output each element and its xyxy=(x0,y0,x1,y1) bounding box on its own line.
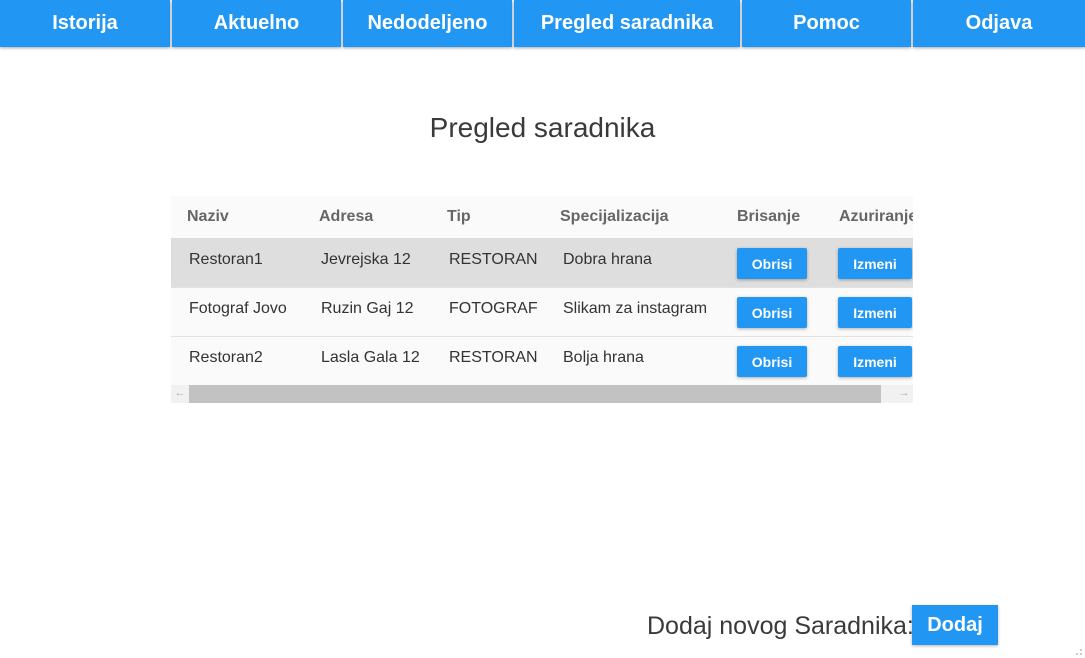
header-naziv: Naziv xyxy=(187,208,229,225)
nav-pregled-saradnika-button[interactable]: Pregled saradnika xyxy=(514,0,740,47)
cell-adresa: Lasla Gala 12 xyxy=(321,349,420,366)
scrollbar-thumb[interactable] xyxy=(189,385,881,403)
header-brisanje: Brisanje xyxy=(737,208,801,225)
edit-button[interactable]: Izmeni xyxy=(838,297,912,328)
header-azuriranje: Azuriranje xyxy=(839,208,913,225)
delete-button[interactable]: Obrisi xyxy=(737,248,807,279)
table-row: Restoran2 Lasla Gala 12 RESTORAN Bolja h… xyxy=(171,337,913,386)
page-title: Pregled saradnika xyxy=(429,112,656,143)
cell-tip: RESTORAN xyxy=(449,349,538,366)
horizontal-scrollbar[interactable]: ← → xyxy=(171,385,913,403)
cell-adresa: Jevrejska 12 xyxy=(321,251,411,268)
nav-istorija-button[interactable]: Istorija xyxy=(0,0,170,47)
edit-button[interactable]: Izmeni xyxy=(838,248,912,279)
saradnici-table: Naziv Adresa Tip Specijalizacija Brisanj… xyxy=(171,196,913,403)
top-nav: Istorija Aktuelno Nedodeljeno Pregled sa… xyxy=(0,0,1085,48)
add-saradnik-label: Dodaj novog Saradnika: xyxy=(647,612,914,640)
resize-grip-icon[interactable] xyxy=(1073,646,1083,656)
cell-naziv: Fotograf Jovo xyxy=(189,300,287,317)
header-adresa: Adresa xyxy=(319,208,374,225)
cell-tip: RESTORAN xyxy=(449,251,538,268)
nav-aktuelno-button[interactable]: Aktuelno xyxy=(172,0,341,47)
arrow-left-icon[interactable]: ← xyxy=(171,387,189,399)
edit-button[interactable]: Izmeni xyxy=(838,346,912,377)
nav-nedodeljeno-button[interactable]: Nedodeljeno xyxy=(343,0,512,47)
cell-adresa: Ruzin Gaj 12 xyxy=(321,300,414,317)
cell-specijalizacija: Dobra hrana xyxy=(563,251,652,268)
table-row: Restoran1 Jevrejska 12 RESTORAN Dobra hr… xyxy=(171,239,913,288)
add-button[interactable]: Dodaj xyxy=(912,605,998,645)
nav-pomoc-button[interactable]: Pomoc xyxy=(742,0,911,47)
cell-naziv: Restoran1 xyxy=(189,251,263,268)
table-header-row: Naziv Adresa Tip Specijalizacija Brisanj… xyxy=(171,196,913,239)
cell-naziv: Restoran2 xyxy=(189,349,263,366)
nav-odjava-button[interactable]: Odjava xyxy=(913,0,1085,47)
cell-specijalizacija: Bolja hrana xyxy=(563,349,644,366)
cell-specijalizacija: Slikam za instagram xyxy=(563,300,708,317)
header-tip: Tip xyxy=(447,208,471,225)
arrow-right-icon[interactable]: → xyxy=(895,387,913,399)
cell-tip: FOTOGRAF xyxy=(449,300,538,317)
header-specijalizacija: Specijalizacija xyxy=(560,208,669,225)
delete-button[interactable]: Obrisi xyxy=(737,346,807,377)
table-row: Fotograf Jovo Ruzin Gaj 12 FOTOGRAF Slik… xyxy=(171,288,913,337)
delete-button[interactable]: Obrisi xyxy=(737,297,807,328)
